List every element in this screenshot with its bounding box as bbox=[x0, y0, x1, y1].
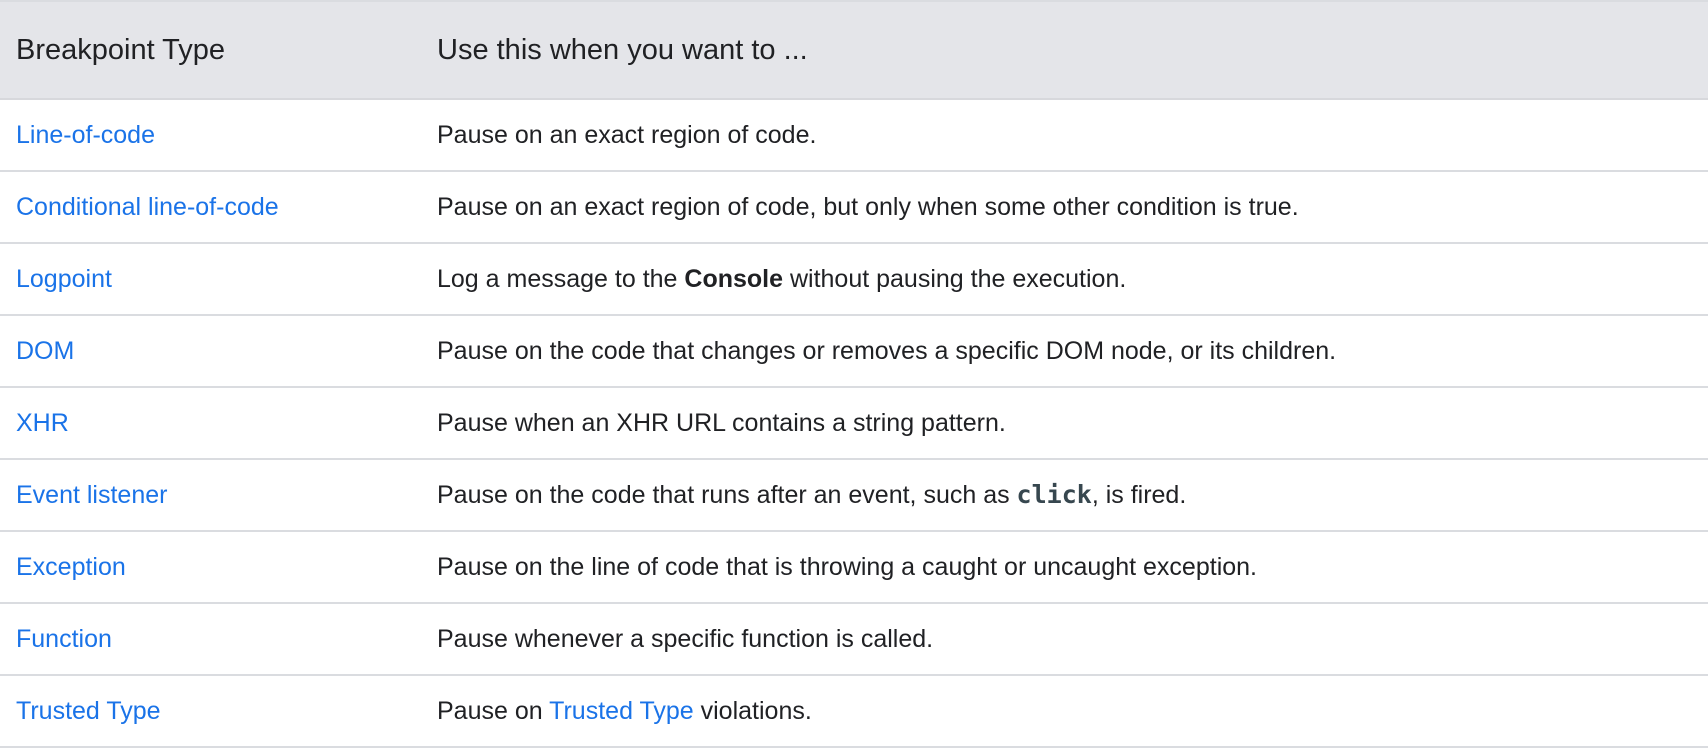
breakpoint-type-link-line-of-code[interactable]: Line-of-code bbox=[16, 121, 155, 149]
table-row: Event listener Pause on the code that ru… bbox=[0, 459, 1708, 532]
description-text: Pause whenever a specific function is ca… bbox=[437, 624, 934, 653]
description-text: Pause on an exact region of code. bbox=[437, 120, 817, 149]
type-cell: Conditional line-of-code bbox=[0, 171, 420, 244]
type-cell: DOM bbox=[0, 315, 420, 388]
type-cell: Exception bbox=[0, 531, 420, 604]
breakpoint-type-link-logpoint[interactable]: Logpoint bbox=[16, 265, 112, 293]
table-row: Conditional line-of-code Pause on an exa… bbox=[0, 171, 1708, 244]
console-term: Console bbox=[684, 264, 784, 293]
description-cell: Log a message to the Console without pau… bbox=[420, 243, 1708, 316]
type-cell: XHR bbox=[0, 387, 420, 460]
table-row: Function Pause whenever a specific funct… bbox=[0, 603, 1708, 676]
breakpoint-type-link-trusted-type[interactable]: Trusted Type bbox=[16, 697, 161, 725]
click-code: click bbox=[1016, 480, 1092, 509]
description-cell: Pause on the code that runs after an eve… bbox=[420, 459, 1708, 532]
description-text: Pause on the line of code that is throwi… bbox=[437, 552, 1257, 581]
type-cell: Function bbox=[0, 603, 420, 676]
description-text: Pause on an exact region of code, but on… bbox=[437, 192, 1299, 221]
table-header: Breakpoint Type Use this when you want t… bbox=[0, 0, 1708, 100]
breakpoint-types-table: Breakpoint Type Use this when you want t… bbox=[0, 0, 1708, 748]
header-row: Breakpoint Type Use this when you want t… bbox=[0, 0, 1708, 100]
description-text: violations. bbox=[693, 696, 812, 725]
type-cell: Line-of-code bbox=[0, 99, 420, 172]
description-text: Log a message to the bbox=[437, 264, 685, 293]
table-row: DOM Pause on the code that changes or re… bbox=[0, 315, 1708, 388]
description-cell: Pause on the line of code that is throwi… bbox=[420, 531, 1708, 604]
description-cell: Pause on an exact region of code, but on… bbox=[420, 171, 1708, 244]
breakpoint-type-link-xhr[interactable]: XHR bbox=[16, 409, 69, 437]
table-row: Logpoint Log a message to the Console wi… bbox=[0, 243, 1708, 316]
description-cell: Pause whenever a specific function is ca… bbox=[420, 603, 1708, 676]
description-cell: Pause on an exact region of code. bbox=[420, 99, 1708, 172]
description-text: Pause on the code that changes or remove… bbox=[437, 336, 1337, 365]
description-text: without pausing the execution. bbox=[783, 264, 1127, 293]
table-row: Trusted Type Pause on Trusted Type viola… bbox=[0, 675, 1708, 748]
description-text: , is fired. bbox=[1091, 481, 1187, 509]
description-cell: Pause on the code that changes or remove… bbox=[420, 315, 1708, 388]
header-use-when: Use this when you want to ... bbox=[420, 0, 1708, 100]
breakpoint-type-link-exception[interactable]: Exception bbox=[16, 553, 126, 581]
description-text: Pause when an XHR URL contains a string … bbox=[437, 408, 1006, 437]
table-body: Line-of-code Pause on an exact region of… bbox=[0, 99, 1708, 748]
breakpoint-type-link-conditional[interactable]: Conditional line-of-code bbox=[16, 193, 279, 221]
description-text: Pause on the code that runs after an eve… bbox=[437, 481, 1017, 509]
type-cell: Trusted Type bbox=[0, 675, 420, 748]
breakpoint-type-link-event-listener[interactable]: Event listener bbox=[16, 481, 167, 509]
header-breakpoint-type: Breakpoint Type bbox=[0, 0, 420, 100]
breakpoint-type-link-dom[interactable]: DOM bbox=[16, 337, 74, 365]
table-row: Line-of-code Pause on an exact region of… bbox=[0, 99, 1708, 172]
table-row: Exception Pause on the line of code that… bbox=[0, 531, 1708, 604]
table-row: XHR Pause when an XHR URL contains a str… bbox=[0, 387, 1708, 460]
trusted-type-link[interactable]: Trusted Type bbox=[549, 697, 694, 725]
breakpoint-type-link-function[interactable]: Function bbox=[16, 625, 112, 653]
type-cell: Logpoint bbox=[0, 243, 420, 316]
description-cell: Pause when an XHR URL contains a string … bbox=[420, 387, 1708, 460]
description-cell: Pause on Trusted Type violations. bbox=[420, 675, 1708, 748]
description-text: Pause on bbox=[437, 696, 550, 725]
type-cell: Event listener bbox=[0, 459, 420, 532]
